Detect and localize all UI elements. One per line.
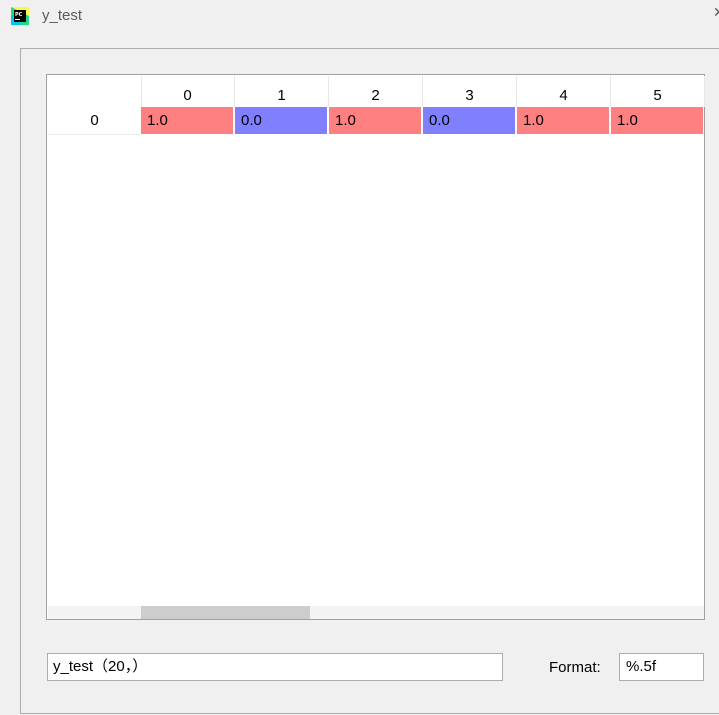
column-header[interactable]: 5: [611, 76, 705, 107]
horizontal-scrollbar[interactable]: [48, 606, 704, 619]
table-cell[interactable]: 1.0: [141, 107, 234, 134]
pycharm-icon: PC: [11, 7, 29, 25]
column-header[interactable]: 0: [141, 76, 235, 107]
table-cell[interactable]: 0.0: [423, 107, 516, 134]
format-label: Format:: [549, 659, 601, 676]
table-row: 0 1.0 0.0 1.0 0.0 1.0 1.0: [48, 107, 704, 135]
window-title: y_test: [42, 7, 83, 24]
close-icon[interactable]: ✕: [713, 4, 719, 21]
column-header[interactable]: 3: [423, 76, 517, 107]
column-header[interactable]: 4: [517, 76, 611, 107]
table-cell[interactable]: 1.0: [517, 107, 610, 134]
title-bar: PC y_test ✕: [0, 0, 719, 34]
svg-text:PC: PC: [15, 12, 23, 18]
column-header-row: 0 1 2 3 4 5: [48, 76, 705, 107]
corner-cell[interactable]: [48, 76, 142, 107]
table-cell[interactable]: 0.0: [235, 107, 328, 134]
column-header[interactable]: 1: [235, 76, 329, 107]
format-input[interactable]: %.5f: [619, 653, 704, 681]
scrollbar-thumb[interactable]: [141, 606, 310, 619]
array-name-field[interactable]: y_test（20，）: [47, 653, 503, 681]
column-header[interactable]: 2: [329, 76, 423, 107]
table-cell[interactable]: 1.0: [329, 107, 422, 134]
data-grid[interactable]: 0 1 2 3 4 5 0 1.0 0.0 1.0 0.0 1.0 1.0: [46, 74, 705, 620]
row-header[interactable]: 0: [48, 107, 141, 135]
table-cell[interactable]: 1.0: [611, 107, 704, 134]
